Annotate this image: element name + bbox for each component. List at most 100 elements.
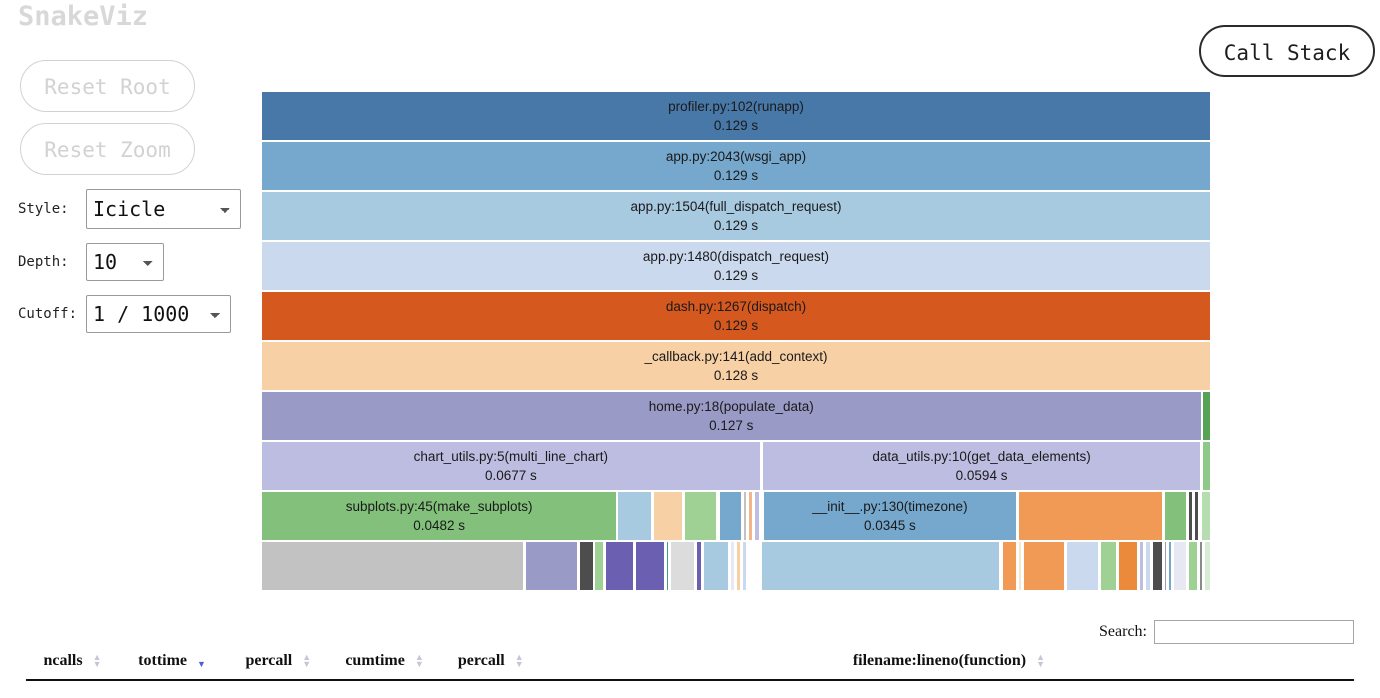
- icicle-row: chart_utils.py:5(multi_line_chart) 0.0677…: [261, 441, 1211, 491]
- icicle-cell[interactable]: [1173, 541, 1188, 591]
- call-stack-button[interactable]: Call Stack: [1199, 25, 1375, 77]
- stats-column-header[interactable]: ncalls ▲ ▼: [26, 648, 119, 681]
- icicle-cell-label: __init__.py:130(timezone) 0.0345 s: [764, 497, 1017, 535]
- icicle-cell[interactable]: [1201, 441, 1211, 491]
- depth-control-row: Depth: 510152025: [18, 243, 250, 281]
- stats-column-header[interactable]: percall ▲ ▼: [437, 648, 544, 681]
- icicle-cell[interactable]: [1204, 541, 1211, 591]
- icicle-cell[interactable]: [1163, 541, 1168, 591]
- style-select[interactable]: IcicleSunburst: [86, 189, 241, 229]
- icicle-cell[interactable]: [604, 541, 635, 591]
- stats-column-header[interactable]: filename:lineno(function) ▲ ▼: [543, 648, 1354, 681]
- icicle-cell[interactable]: [1022, 541, 1065, 591]
- stats-column-header[interactable]: cumtime ▲ ▼: [331, 648, 438, 681]
- icicle-cell[interactable]: chart_utils.py:5(multi_line_chart) 0.0677…: [261, 441, 761, 491]
- reset-root-button[interactable]: Reset Root: [20, 60, 195, 112]
- icicle-cell[interactable]: _callback.py:141(add_context) 0.128 s: [261, 341, 1211, 391]
- icicle-cell[interactable]: __init__.py:130(timezone) 0.0345 s: [762, 491, 1018, 541]
- icicle-cell-time: 0.127 s: [709, 418, 754, 433]
- icicle-cell[interactable]: [741, 541, 748, 591]
- icicle-cell[interactable]: app.py:1504(full_dispatch_request) 0.129 …: [261, 191, 1211, 241]
- icicle-cell[interactable]: [748, 491, 754, 541]
- icicle-cell[interactable]: [742, 491, 748, 541]
- icicle-cell[interactable]: [718, 491, 742, 541]
- icicle-cell-function: app.py:1480(dispatch_request): [642, 249, 830, 264]
- icicle-cell[interactable]: [1198, 541, 1204, 591]
- icicle-cell[interactable]: [696, 541, 702, 591]
- page-title: SnakeViz: [18, 1, 149, 32]
- icicle-cell[interactable]: [665, 541, 670, 591]
- sort-arrows-icon[interactable]: ▲ ▼: [302, 653, 311, 669]
- sort-arrows-icon[interactable]: ▲ ▼: [93, 653, 102, 669]
- sort-arrows-icon[interactable]: ▲ ▼: [415, 653, 424, 669]
- stats-column-header[interactable]: percall ▲ ▼: [225, 648, 332, 681]
- icicle-row: profiler.py:102(runapp) 0.129 s: [261, 91, 1211, 141]
- reset-zoom-button[interactable]: Reset Zoom: [20, 123, 195, 175]
- style-label: Style:: [18, 201, 69, 217]
- icicle-cell-time: 0.129 s: [713, 118, 759, 133]
- icicle-cell[interactable]: [653, 491, 683, 541]
- icicle-cell[interactable]: app.py:1480(dispatch_request) 0.129 s: [261, 241, 1211, 291]
- sort-arrows-icon[interactable]: ▲ ▼: [197, 653, 206, 669]
- icicle-cell[interactable]: [1193, 491, 1199, 541]
- icicle-cell-label: _callback.py:141(add_context) 0.128 s: [262, 347, 1210, 385]
- search-label: Search:: [1099, 623, 1147, 640]
- icicle-cell-time: 0.0594 s: [955, 468, 1008, 483]
- icicle-row: home.py:18(populate_data) 0.127 s: [261, 391, 1211, 441]
- icicle-cell[interactable]: [1201, 391, 1211, 441]
- icicle-cell-time: 0.128 s: [713, 368, 759, 383]
- icicle-cell[interactable]: [730, 541, 736, 591]
- icicle-cell[interactable]: [1164, 491, 1188, 541]
- icicle-cell[interactable]: [702, 541, 730, 591]
- icicle-cell[interactable]: [617, 491, 653, 541]
- icicle-cell[interactable]: profiler.py:102(runapp) 0.129 s: [261, 91, 1211, 141]
- column-header-label: filename:lineno(function): [852, 652, 1027, 669]
- icicle-cell[interactable]: [1168, 541, 1173, 591]
- icicle-cell[interactable]: [525, 541, 579, 591]
- icicle-cell[interactable]: [1145, 541, 1152, 591]
- icicle-cell[interactable]: [760, 541, 1001, 591]
- icicle-cell[interactable]: [635, 541, 665, 591]
- icicle-cell[interactable]: [1188, 541, 1198, 591]
- icicle-cell[interactable]: [683, 491, 717, 541]
- icicle-cell[interactable]: [594, 541, 604, 591]
- icicle-cell[interactable]: data_utils.py:10(get_data_elements) 0.059…: [761, 441, 1202, 491]
- search-input[interactable]: [1154, 620, 1354, 644]
- column-header-inner: filename:lineno(function) ▲ ▼: [853, 652, 1045, 670]
- icicle-cell[interactable]: [1018, 491, 1164, 541]
- icicle-cell[interactable]: [261, 541, 525, 591]
- icicle-cell[interactable]: [1138, 541, 1145, 591]
- icicle-cell[interactable]: [1200, 491, 1211, 541]
- icicle-cell[interactable]: [1065, 541, 1099, 591]
- icicle-cell[interactable]: dash.py:1267(dispatch) 0.129 s: [261, 291, 1211, 341]
- icicle-cell[interactable]: [1188, 491, 1193, 541]
- stats-table: ncalls ▲ ▼ tottime ▲ ▼ percall ▲ ▼ cumtime ▲ ▼ perca…: [26, 648, 1354, 681]
- icicle-cell[interactable]: [1018, 541, 1022, 591]
- icicle-cell[interactable]: [754, 491, 760, 541]
- sort-arrows-icon[interactable]: ▲ ▼: [1036, 653, 1045, 669]
- icicle-cell-time: 0.129 s: [713, 318, 759, 333]
- depth-select[interactable]: 510152025: [86, 243, 164, 281]
- icicle-cell[interactable]: [1002, 541, 1018, 591]
- icicle-cell[interactable]: [736, 541, 741, 591]
- icicle-cell[interactable]: [1117, 541, 1138, 591]
- icicle-cell[interactable]: subplots.py:45(make_subplots) 0.0482 s: [261, 491, 618, 541]
- icicle-cell[interactable]: [670, 541, 696, 591]
- icicle-chart: profiler.py:102(runapp) 0.129 s app.py:204…: [261, 91, 1211, 592]
- stats-table-header-row: ncalls ▲ ▼ tottime ▲ ▼ percall ▲ ▼ cumtime ▲ ▼ perca…: [26, 648, 1354, 681]
- icicle-cell[interactable]: [1152, 541, 1163, 591]
- sort-arrows-icon[interactable]: ▲ ▼: [515, 653, 524, 669]
- cutoff-select[interactable]: 1 / 10001 / 1001 / 10None: [86, 295, 231, 333]
- depth-label: Depth:: [18, 254, 69, 270]
- column-header-label: percall: [245, 652, 293, 669]
- column-header-label: tottime: [138, 652, 188, 669]
- stats-column-header[interactable]: tottime ▲ ▼: [118, 648, 226, 681]
- icicle-cell[interactable]: [1099, 541, 1117, 591]
- cutoff-control-row: Cutoff: 1 / 10001 / 1001 / 10None: [18, 295, 250, 333]
- style-control-row: Style: IcicleSunburst: [18, 189, 250, 229]
- icicle-cell[interactable]: app.py:2043(wsgi_app) 0.129 s: [261, 141, 1211, 191]
- icicle-cell[interactable]: [579, 541, 594, 591]
- icicle-row: [261, 541, 1211, 591]
- icicle-cell[interactable]: home.py:18(populate_data) 0.127 s: [261, 391, 1202, 441]
- column-header-inner: tottime ▲ ▼: [138, 652, 206, 670]
